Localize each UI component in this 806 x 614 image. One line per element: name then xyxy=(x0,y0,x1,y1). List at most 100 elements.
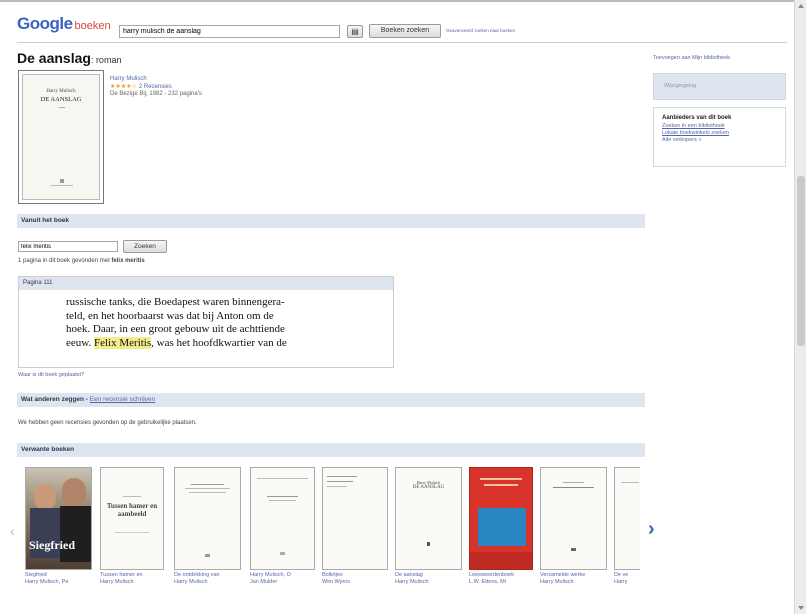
related-book-cover-3[interactable] xyxy=(174,467,241,570)
top-border xyxy=(0,0,794,2)
excerpt-last-pre: eeuw. xyxy=(66,336,94,349)
search-books-button[interactable]: Boeken zoeken xyxy=(369,24,441,38)
in-book-search-input[interactable] xyxy=(18,241,118,252)
buy-box-title: Aanbieders van dit boek xyxy=(662,115,732,121)
cover6-title: DE AANSLAG xyxy=(412,485,445,490)
cover7-panel xyxy=(478,508,526,546)
related-books-header: Verwante boeken xyxy=(17,443,645,457)
cap9-author[interactable]: Harry xyxy=(614,579,642,586)
related-caption-9[interactable]: De ve Harry xyxy=(614,572,642,586)
related-caption-3[interactable]: De ontdekking van Harry Mulisch xyxy=(174,572,244,586)
cover3-line2 xyxy=(185,488,230,489)
advanced-search-link[interactable]: Geavanceerd zoeken naar boeken xyxy=(446,28,515,33)
buy-link-stores[interactable]: Lokale boekwinkels zoeken xyxy=(662,130,777,137)
excerpt-highlight: Felix Meritis xyxy=(94,336,152,349)
cap3-author[interactable]: Harry Mulisch xyxy=(174,579,244,586)
rating-stars-icon: ★★★★☆ xyxy=(110,84,137,90)
header-divider xyxy=(17,42,787,43)
related-book-cover-8[interactable] xyxy=(540,467,607,570)
in-book-search-button[interactable]: Zoeken xyxy=(123,240,167,253)
cover8-mark xyxy=(571,548,576,551)
carousel-right-arrow[interactable]: › xyxy=(648,518,655,541)
cover7-footer xyxy=(470,552,532,569)
rating-row: ★★★★☆ 2 Recensies xyxy=(110,83,172,90)
related-caption-2[interactable]: Tussen hamer en Harry Mulisch xyxy=(100,572,168,586)
buy-link-library[interactable]: Zoeken in een bibliotheek xyxy=(662,123,777,130)
from-book-header: Vanuit het boek xyxy=(17,214,645,228)
book-author-link[interactable]: Harry Mulisch xyxy=(110,76,147,82)
related-book-cover-4[interactable] xyxy=(250,467,315,570)
related-book-cover-2[interactable]: Tussen hamer en aambeeld xyxy=(100,467,164,570)
related-caption-1[interactable]: Siegfried Harry Mulisch, Pe xyxy=(25,572,97,586)
carousel-left-arrow[interactable]: ‹ xyxy=(10,523,15,539)
page-result-header[interactable]: Pagina 111 xyxy=(19,277,393,290)
excerpt-line-1: russische tanks, die Boedapest waren bin… xyxy=(66,296,285,308)
cap7-title[interactable]: Leeswoordenboek xyxy=(469,572,537,579)
cap5-author[interactable]: Wim Wyers xyxy=(322,579,390,586)
cap7-author[interactable]: L.W. Ettens, Mi xyxy=(469,579,537,586)
search-input[interactable] xyxy=(119,25,340,38)
cap2-title[interactable]: Tussen hamer en xyxy=(100,572,168,579)
book-excerpt: russische tanks, die Boedapest waren bin… xyxy=(60,295,358,367)
reviews-link[interactable]: 2 Recensies xyxy=(139,84,172,90)
cover2-author-line xyxy=(123,496,141,497)
cap9-title[interactable]: De ve xyxy=(614,572,642,579)
in-book-result-count: 1 pagina in dit boek gevonden met felix … xyxy=(18,258,145,264)
cap4-author[interactable]: Jan Mulder xyxy=(250,579,318,586)
cap3-title[interactable]: De ontdekking van xyxy=(174,572,244,579)
related-caption-8[interactable]: Verzamelde werke Harry Mulisch xyxy=(540,572,610,586)
vertical-scrollbar[interactable] xyxy=(794,0,806,614)
cover8-line2 xyxy=(553,487,594,488)
cap1-title[interactable]: Siegfried xyxy=(25,572,97,579)
write-review-link[interactable]: Een recensie schrijven xyxy=(90,396,155,403)
cover4-line3 xyxy=(269,500,296,501)
cap1-author[interactable]: Harry Mulisch, Pe xyxy=(25,579,97,586)
google-books-logo[interactable]: Google boeken xyxy=(17,14,117,36)
cover2-title: Tussen hamer en aambeeld xyxy=(106,502,158,518)
book-title-text: De aanslag xyxy=(17,50,91,66)
cover-title: DE AANSLAG xyxy=(40,96,82,103)
search-options-icon[interactable]: ▤ xyxy=(347,25,363,38)
cover3-line1 xyxy=(191,484,224,485)
where-is-book-link[interactable]: Waar is dit boek geplaatst? xyxy=(18,372,84,378)
book-title: De aanslag: roman xyxy=(17,50,121,66)
cap8-author[interactable]: Harry Mulisch xyxy=(540,579,610,586)
cap8-title[interactable]: Verzamelde werke xyxy=(540,572,610,579)
cover9-line xyxy=(621,482,639,483)
book-publisher-info: De Bezige Bij, 1982 - 232 pagina's xyxy=(110,91,202,97)
related-book-cover-7[interactable] xyxy=(469,467,533,570)
cover7-title-line xyxy=(480,478,522,480)
reviews-header: Wat anderen zeggen - Een recensie schrij… xyxy=(17,393,645,407)
related-book-cover-9[interactable] xyxy=(614,467,640,570)
buy-link-all[interactable]: Alle verkopers » xyxy=(662,137,777,144)
add-to-library-link[interactable]: Toevoegen aan Mijn bibliotheek xyxy=(653,55,730,61)
related-caption-4[interactable]: Harry Mulisch, O Jan Mulder xyxy=(250,572,318,586)
cover5-line2 xyxy=(327,481,353,482)
sidebar-gray-button[interactable]: Wijzigingslog xyxy=(653,73,786,100)
book-cover[interactable]: Harry Mulisch DE AANSLAG xyxy=(18,70,104,204)
cover5-line3 xyxy=(327,486,347,487)
sidebar-gray-button-label: Wijzigingslog xyxy=(664,83,697,89)
related-caption-5[interactable]: Bolletjes Wim Wyers xyxy=(322,572,390,586)
excerpt-line-4: eeuw. Felix Meritis, was het hoofdkwarti… xyxy=(66,336,352,351)
scroll-up-icon[interactable] xyxy=(798,4,804,8)
related-book-cover-6[interactable]: Harry Mulisch DE AANSLAG xyxy=(395,467,462,570)
scrollbar-thumb[interactable] xyxy=(797,176,805,346)
no-reviews-text: We hebben geen recensies gevonden op de … xyxy=(18,420,197,426)
cap6-author[interactable]: Harry Mulisch xyxy=(395,579,465,586)
related-book-cover-5[interactable] xyxy=(322,467,388,570)
cover3-line3 xyxy=(189,492,226,493)
cap6-title[interactable]: De aanslag xyxy=(395,572,465,579)
cap5-title[interactable]: Bolletjes xyxy=(322,572,390,579)
cover-publisher xyxy=(51,185,73,186)
book-subtitle: : roman xyxy=(90,55,122,65)
cover4-mark xyxy=(280,552,285,555)
related-caption-6[interactable]: De aanslag Harry Mulisch xyxy=(395,572,465,586)
cap2-author[interactable]: Harry Mulisch xyxy=(100,579,168,586)
cover1-body-right xyxy=(60,506,91,562)
scroll-down-icon[interactable] xyxy=(798,606,804,610)
cover-author: Harry Mulisch xyxy=(46,89,76,94)
cap4-title[interactable]: Harry Mulisch, O xyxy=(250,572,318,579)
related-book-cover-1[interactable]: Siegfried xyxy=(25,467,92,570)
related-caption-7[interactable]: Leeswoordenboek L.W. Ettens, Mi xyxy=(469,572,537,586)
